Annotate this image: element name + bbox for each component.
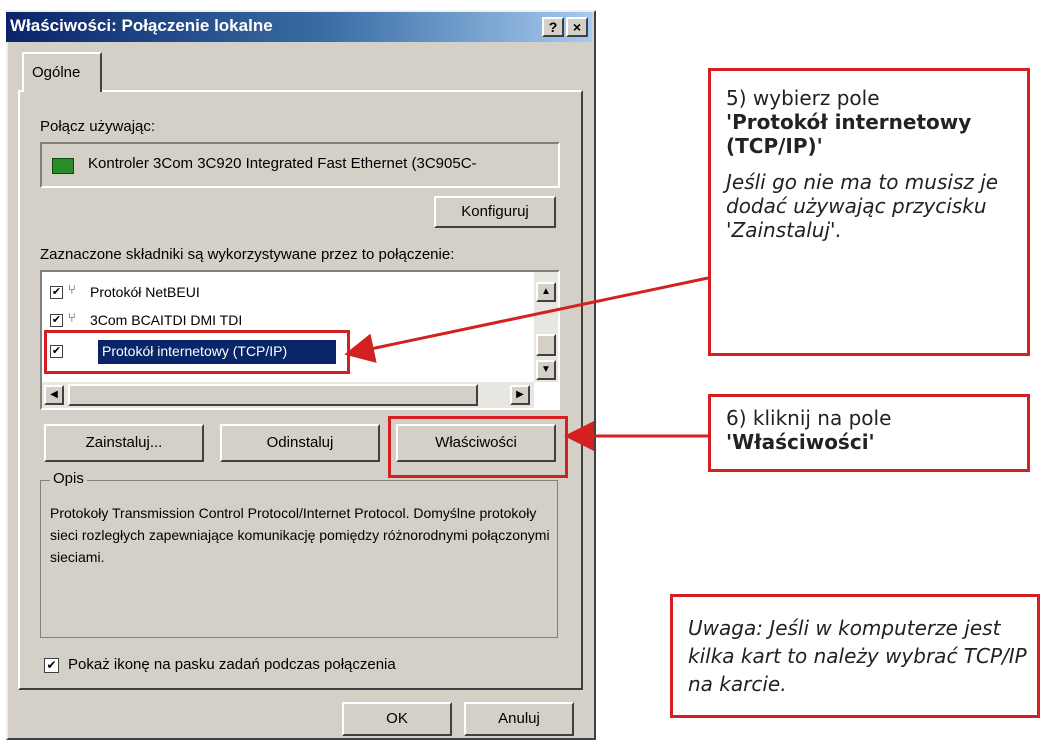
callout-arrows (344, 276, 709, 451)
arrow-step5 (344, 276, 709, 363)
